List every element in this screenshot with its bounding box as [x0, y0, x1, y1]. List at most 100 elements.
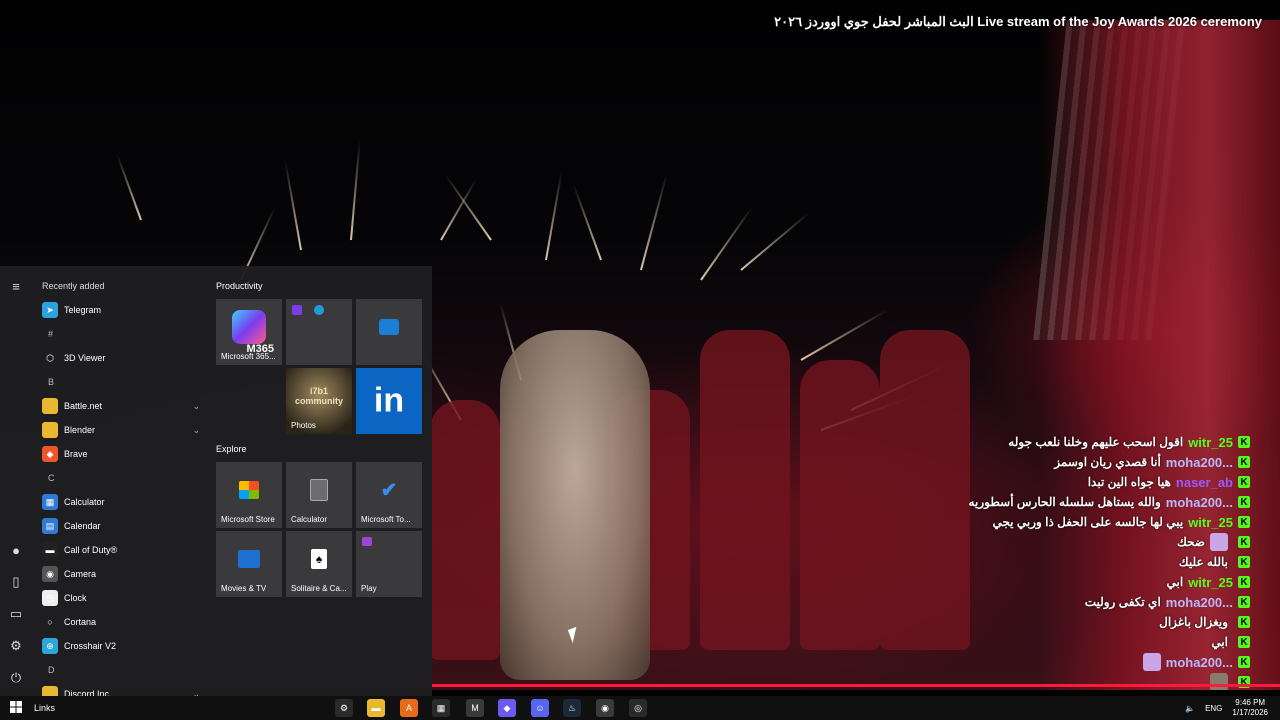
windows-start-icon[interactable] [10, 701, 22, 713]
bm-icon[interactable]: M [466, 699, 484, 717]
aimp-icon[interactable]: A [400, 699, 418, 717]
chat-username[interactable]: witr_25 [1188, 575, 1233, 590]
tile-onenote-skype[interactable] [286, 299, 352, 365]
file-explorer-icon[interactable]: ▬ [367, 699, 385, 717]
kick-badge-icon: K [1238, 596, 1250, 608]
todo-icon: ✔ [380, 479, 398, 502]
app-list-item[interactable]: ◆ Brave [34, 442, 206, 466]
cube-icon: ⬡ [46, 352, 54, 363]
app-list-item[interactable]: ⊕ Crosshair V2 [34, 634, 206, 658]
speaker-icon[interactable]: 🔈 [1185, 704, 1195, 713]
clock[interactable]: 9:46 PM 1/17/2026 [1232, 698, 1268, 718]
tile-play-folder[interactable]: Play [356, 531, 422, 597]
chrome-icon[interactable]: ◎ [629, 699, 647, 717]
app-list-item[interactable]: ⬡ 3D Viewer [34, 346, 206, 370]
app-list-item[interactable]: ◷ Clock [34, 586, 206, 610]
dancer [430, 400, 500, 660]
chevron-down-icon[interactable]: ⌄ [192, 425, 200, 436]
chat-message-text: ضحك [1176, 535, 1205, 549]
chat-username[interactable]: naser_ab [1176, 475, 1233, 490]
tile-microsoft-365[interactable]: M365 Microsoft 365... [216, 299, 282, 365]
kick-badge-icon: K [1238, 656, 1250, 668]
app-list-item[interactable]: ◉ Camera [34, 562, 206, 586]
tile-outlook[interactable] [356, 299, 422, 365]
tile-solitaire[interactable]: ♠ Solitaire & Ca... [286, 531, 352, 597]
taskbar: Links ⚙ ▬ A ▦ M ◆ ☺ ♨ ◉ ◎ 🔈 ENG 9:46 PM 1/17/2026 [0, 696, 1280, 720]
tile-linkedin[interactable]: in [356, 368, 422, 434]
chat-username[interactable]: moha200... [1166, 455, 1233, 470]
app-list-item[interactable]: ➤ Telegram [34, 298, 206, 322]
chat-username[interactable]: witr_25 [1188, 435, 1233, 450]
app-list-item-label: Calculator [64, 497, 105, 507]
app-list-item[interactable]: ○ Cortana [34, 610, 206, 634]
firework-streak [545, 171, 563, 261]
chat-message: أنا قصدي ريان اوسمز moha200... K [960, 452, 1250, 472]
firework-streak [740, 211, 811, 271]
video-progress-bar[interactable] [432, 684, 1280, 687]
start-menu: ≡ ● ▯ ▭ ⚙ ⏻ Recently added ➤ Telegram # ⬡ 3D… [0, 266, 432, 702]
app-list-letter-header[interactable]: C [34, 466, 206, 490]
taskbar-links-label[interactable]: Links [34, 700, 55, 716]
user-avatar-icon[interactable]: ● [8, 542, 24, 558]
power-icon[interactable]: ⏻ [8, 670, 24, 686]
app-list-item-label: Cortana [64, 617, 97, 627]
chevron-down-icon[interactable]: ⌄ [192, 401, 200, 412]
documents-icon[interactable]: ▯ [8, 574, 24, 590]
tile-label: Play [361, 584, 377, 593]
app-list-letter-header[interactable]: B [34, 370, 206, 394]
tile-label: Solitaire & Ca... [291, 584, 347, 593]
pictures-icon[interactable]: ▭ [8, 606, 24, 622]
kick-badge-icon: K [1238, 636, 1250, 648]
chat-username[interactable]: moha200... [1166, 655, 1233, 670]
steam-tray-icon[interactable]: ⚙ [335, 699, 353, 717]
kick-badge-icon: K [1238, 476, 1250, 488]
kick-badge-icon: K [1238, 556, 1250, 568]
discord-icon[interactable]: ☺ [531, 699, 549, 717]
app-diamond-icon[interactable]: ◆ [498, 699, 516, 717]
tile-photos[interactable]: i7b1 community Photos [286, 368, 352, 434]
kick-badge-icon: K [1238, 516, 1250, 528]
chat-message-text: بالله عليك [1178, 555, 1228, 569]
tile-calculator[interactable]: Calculator [286, 462, 352, 528]
hamburger-menu-icon[interactable]: ≡ [8, 278, 24, 294]
recently-added-heading: Recently added [42, 281, 105, 291]
kick-badge-icon: K [1238, 436, 1250, 448]
firework-streak [444, 173, 492, 241]
store-icon[interactable]: ▦ [432, 699, 450, 717]
app-list-letter-header[interactable]: D [34, 658, 206, 682]
chat-username[interactable]: witr_25 [1188, 515, 1233, 530]
app-list-item[interactable]: ▦ Calculator [34, 490, 206, 514]
settings-gear-icon[interactable]: ⚙ [8, 638, 24, 654]
tile-microsoft-todo[interactable]: ✔ Microsoft To... [356, 462, 422, 528]
app-list-item[interactable]: ▬ Call of Duty® [34, 538, 206, 562]
app-list-item[interactable]: ▤ Calendar [34, 514, 206, 538]
chat-message-text: اي تكفى روليت [1084, 595, 1161, 609]
calculator-icon: ▦ [42, 494, 58, 510]
explore-heading: Explore [216, 444, 247, 454]
chat-message-text: يبي لها جالسه على الحفل ذا وربي يجي [992, 515, 1184, 529]
app-list-item-label: Call of Duty® [64, 545, 118, 555]
obs-icon[interactable]: ◉ [596, 699, 614, 717]
app-list-item-label: Blender [64, 425, 96, 435]
tile-label: Microsoft To... [361, 515, 411, 524]
brave-icon: ◆ [42, 446, 58, 462]
chat-username[interactable]: moha200... [1166, 595, 1233, 610]
app-list-item[interactable]: Blender ⌄ [34, 418, 206, 442]
firework-streak [640, 173, 668, 271]
firework-streak [284, 161, 302, 251]
chat-username[interactable]: moha200... [1166, 495, 1233, 510]
chat-message: والله يستاهل سلسله الحارس أسطوريه moha200… [960, 492, 1250, 512]
linkedin-icon: in [373, 381, 405, 420]
folder-icon [42, 422, 58, 438]
chat-message: ويغزال باغزال K [960, 612, 1250, 632]
dancer [880, 330, 970, 650]
language-indicator[interactable]: ENG [1205, 704, 1222, 713]
app-list-letter-header[interactable]: # [34, 322, 206, 346]
tile-movies-tv[interactable]: Movies & TV [216, 531, 282, 597]
chat-message: ابي K [960, 632, 1250, 652]
tile-microsoft-store[interactable]: Microsoft Store [216, 462, 282, 528]
chat-message-text: اقول اسحب عليهم وخلنا نلعب جوله [1008, 435, 1184, 449]
app-list-item[interactable]: Battle.net ⌄ [34, 394, 206, 418]
solitaire-icon: ♠ [311, 548, 327, 569]
steam-icon[interactable]: ♨ [563, 699, 581, 717]
